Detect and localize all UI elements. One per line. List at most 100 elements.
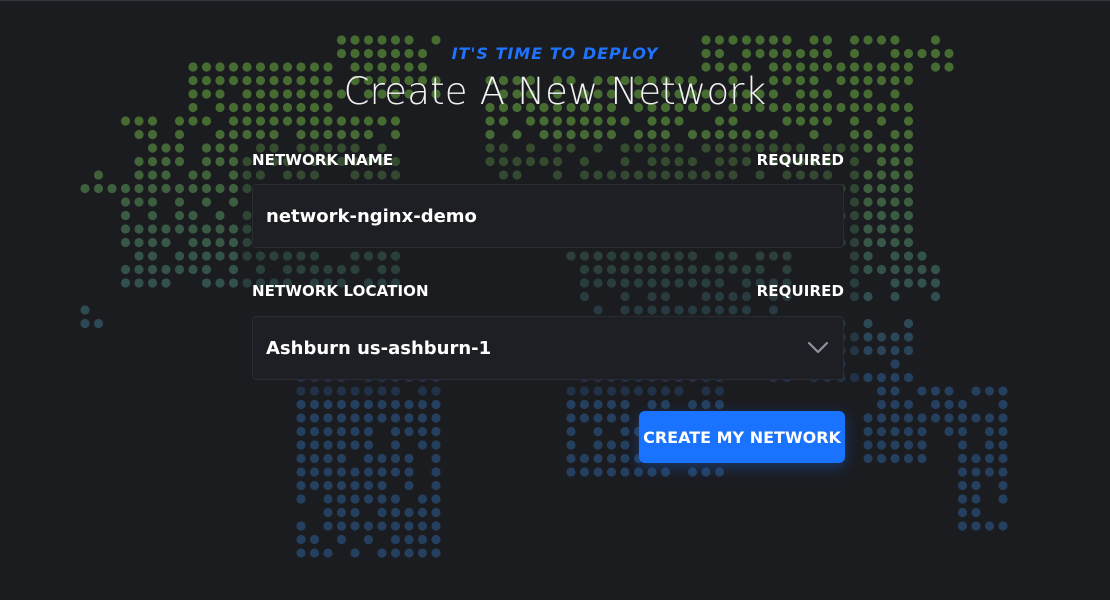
map-dot: [593, 278, 603, 288]
map-dot: [525, 143, 536, 153]
map-dot: [147, 116, 158, 126]
map-dot: [417, 507, 428, 518]
map-dot: [890, 143, 900, 153]
map-dot: [390, 453, 401, 464]
map-dot: [566, 426, 576, 437]
map-dot: [404, 521, 414, 531]
map-dot: [80, 183, 90, 194]
map-dot: [660, 264, 671, 275]
map-dot: [228, 156, 239, 167]
map-dot: [296, 170, 306, 180]
map-dot: [714, 467, 725, 477]
map-dot: [633, 264, 644, 275]
map-dot: [525, 116, 536, 126]
map-dot: [323, 507, 333, 518]
map-dot: [579, 399, 590, 410]
map-dot: [174, 251, 185, 261]
map-dot: [323, 399, 333, 410]
map-dot: [566, 453, 576, 464]
map-dot: [350, 548, 360, 558]
map-dot: [431, 453, 441, 464]
map-dot: [431, 426, 441, 437]
map-dot: [174, 210, 185, 221]
map-dot: [917, 440, 927, 450]
map-dot: [876, 386, 887, 396]
map-dot: [228, 116, 239, 126]
map-dot: [620, 251, 630, 261]
network-location-select[interactable]: Ashburn us-ashburn-1: [252, 316, 844, 380]
map-dot: [633, 305, 644, 315]
map-dot: [620, 116, 630, 126]
map-dot: [930, 399, 941, 410]
chevron-down-icon[interactable]: [807, 341, 829, 355]
map-dot: [620, 264, 630, 275]
map-dot: [255, 129, 266, 140]
map-dot: [647, 305, 657, 315]
map-dot: [687, 278, 698, 288]
map-dot: [593, 170, 603, 180]
map-dot: [228, 197, 239, 207]
map-dot: [309, 399, 320, 410]
map-dot: [350, 116, 360, 126]
map-dot: [309, 467, 320, 477]
map-dot: [134, 183, 144, 194]
map-dot: [890, 426, 900, 437]
network-name-required: REQUIRED: [756, 151, 844, 169]
map-dot: [822, 116, 833, 126]
map-dot: [431, 507, 441, 518]
map-dot: [849, 345, 860, 356]
map-dot: [323, 413, 333, 423]
create-network-button[interactable]: CREATE MY NETWORK: [639, 411, 845, 463]
map-dot: [147, 183, 158, 194]
map-dot: [296, 440, 306, 450]
map-dot: [377, 453, 387, 464]
map-dot: [863, 197, 873, 207]
map-dot: [417, 521, 428, 531]
map-dot: [404, 480, 414, 491]
map-dot: [309, 453, 320, 464]
map-dot: [930, 386, 941, 396]
map-dot: [512, 129, 522, 140]
map-dot: [795, 170, 806, 180]
map-dot: [620, 170, 630, 180]
map-dot: [998, 440, 1008, 450]
map-dot: [660, 156, 671, 167]
map-dot: [390, 507, 401, 518]
map-dot: [890, 251, 900, 261]
map-dot: [377, 386, 387, 396]
map-dot: [957, 440, 968, 450]
map-dot: [498, 156, 509, 167]
eyebrow-text: IT'S TIME TO DEPLOY: [451, 44, 659, 63]
map-dot: [93, 170, 104, 180]
map-dot: [849, 143, 860, 153]
map-dot: [674, 170, 684, 180]
map-dot: [728, 264, 738, 275]
map-dot: [431, 399, 441, 410]
map-dot: [431, 494, 441, 504]
network-name-input[interactable]: network-nginx-demo: [252, 184, 844, 248]
map-dot: [377, 399, 387, 410]
map-dot: [296, 453, 306, 464]
page-title: Create A New Network: [343, 70, 767, 113]
map-dot: [957, 399, 968, 410]
network-name-label: NETWORK NAME: [252, 151, 394, 169]
map-dot: [120, 264, 131, 275]
map-dot: [336, 426, 347, 437]
map-dot: [579, 467, 590, 477]
map-dot: [863, 453, 873, 464]
map-dot: [404, 548, 414, 558]
map-dot: [984, 521, 995, 531]
map-dot: [269, 116, 279, 126]
map-dot: [336, 264, 347, 275]
map-dot: [903, 197, 914, 207]
map-dot: [647, 143, 657, 153]
map-dot: [863, 224, 873, 234]
map-dot: [930, 278, 941, 288]
map-dot: [269, 251, 279, 261]
map-dot: [903, 237, 914, 248]
map-dot: [431, 521, 441, 531]
map-dot: [660, 386, 671, 396]
map-dot: [134, 251, 144, 261]
map-dot: [80, 318, 90, 329]
map-dot: [849, 224, 860, 234]
